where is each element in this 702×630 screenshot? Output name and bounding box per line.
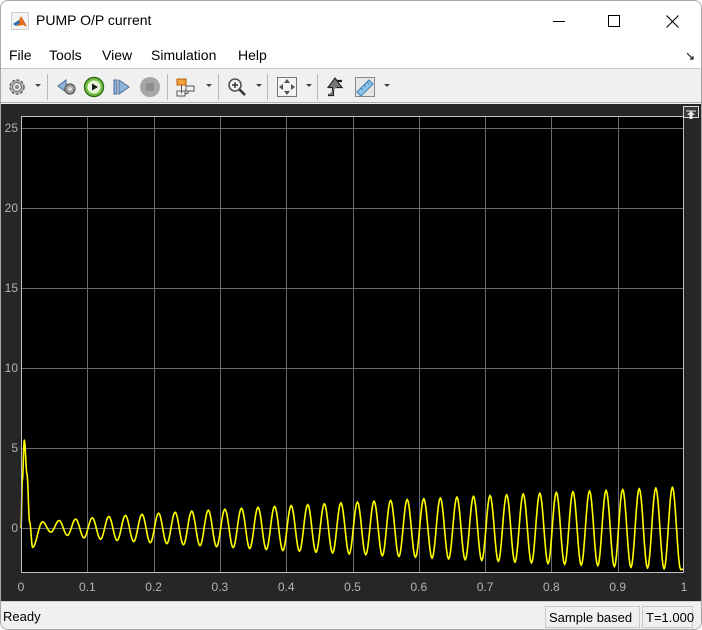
x-tick-label: 0.3 [212, 580, 229, 594]
status-text: Ready [3, 609, 41, 624]
zoom-dropdown-arrow[interactable] [256, 84, 262, 87]
configuration-dropdown-arrow[interactable] [35, 84, 41, 87]
x-tick-label: 0.6 [410, 580, 427, 594]
y-tick-label: 5 [11, 441, 18, 455]
x-tick-label: 0.4 [278, 580, 295, 594]
x-tick-label: 0.8 [543, 580, 560, 594]
sample-mode-field: Sample based [545, 606, 640, 628]
close-icon [665, 14, 679, 28]
block-diagram-icon [176, 78, 195, 97]
trigger-icon [326, 77, 344, 97]
toolbar-separator [47, 74, 48, 100]
x-tick-label: 0.7 [477, 580, 494, 594]
dock-arrow-icon[interactable]: ↘ [685, 49, 695, 63]
triggers-button[interactable] [323, 75, 347, 99]
fit-to-view-icon [277, 77, 297, 97]
ruler-icon [355, 77, 375, 97]
minimize-icon [553, 21, 565, 22]
step-back-button[interactable] [55, 75, 79, 99]
x-tick-label: 0.1 [79, 580, 96, 594]
matlab-logo-icon [11, 12, 29, 30]
axes-background [21, 116, 684, 573]
stop-icon [140, 77, 160, 97]
toolbar-separator [317, 74, 318, 100]
highlight-block-button[interactable] [174, 75, 198, 99]
x-tick-label: 1 [681, 580, 688, 594]
menu-file[interactable]: File [9, 47, 32, 63]
title-bar: PUMP O/P current [1, 1, 701, 41]
toolbar [1, 70, 701, 103]
measurements-dropdown-arrow[interactable] [384, 84, 390, 87]
x-tick-label: 0 [18, 580, 25, 594]
y-tick-label: 20 [5, 201, 19, 215]
zoom-in-button[interactable] [225, 75, 249, 99]
step-forward-button[interactable] [109, 75, 133, 99]
measurements-button[interactable] [353, 75, 377, 99]
highlight-block-dropdown-arrow[interactable] [206, 84, 212, 87]
menu-help[interactable]: Help [238, 47, 267, 63]
menu-tools[interactable]: Tools [49, 47, 82, 63]
gear-icon [9, 79, 25, 95]
zoom-in-icon [228, 78, 246, 96]
step-back-icon [57, 79, 76, 95]
toolbar-separator [267, 74, 268, 100]
scale-axes-dropdown-arrow[interactable] [306, 84, 312, 87]
y-tick-label: 25 [5, 121, 19, 135]
window-title: PUMP O/P current [36, 12, 152, 28]
simulation-time-field: T=1.000 [642, 606, 694, 628]
menu-view[interactable]: View [102, 47, 132, 63]
configuration-properties-button[interactable] [5, 75, 29, 99]
y-tick-label: 10 [5, 361, 19, 375]
scope-window: PUMP O/P current File Tools View Simulat… [0, 0, 702, 630]
minimize-button[interactable] [531, 1, 587, 41]
toolbar-separator [167, 74, 168, 100]
play-icon [83, 76, 105, 98]
y-tick-label: 0 [11, 521, 18, 535]
maximize-icon [608, 15, 620, 27]
maximize-button[interactable] [586, 1, 642, 41]
x-tick-label: 0.5 [344, 580, 361, 594]
undock-axes-button[interactable] [683, 106, 699, 119]
menu-bar: File Tools View Simulation Help ↘ [1, 41, 701, 69]
close-button[interactable] [644, 1, 700, 41]
scale-axes-button[interactable] [275, 75, 299, 99]
menu-simulation[interactable]: Simulation [151, 47, 216, 63]
scope-axes[interactable]: 0 0.1 0.2 0.3 0.4 0.5 0.6 0.7 0.8 0.9 10510152025 [1, 104, 702, 601]
expand-arrow-icon [686, 110, 696, 119]
x-tick-label: 0.9 [609, 580, 626, 594]
status-bar: Ready Sample based T=1.000 [1, 601, 701, 629]
y-tick-label: 15 [5, 281, 19, 295]
step-forward-icon [113, 79, 130, 95]
stop-button[interactable] [138, 75, 162, 99]
x-tick-label: 0.2 [145, 580, 162, 594]
plot-panel: 0 0.1 0.2 0.3 0.4 0.5 0.6 0.7 0.8 0.9 1 0 5 10 15 20 25 [1, 104, 701, 601]
run-button[interactable] [82, 75, 106, 99]
toolbar-separator [218, 74, 219, 100]
